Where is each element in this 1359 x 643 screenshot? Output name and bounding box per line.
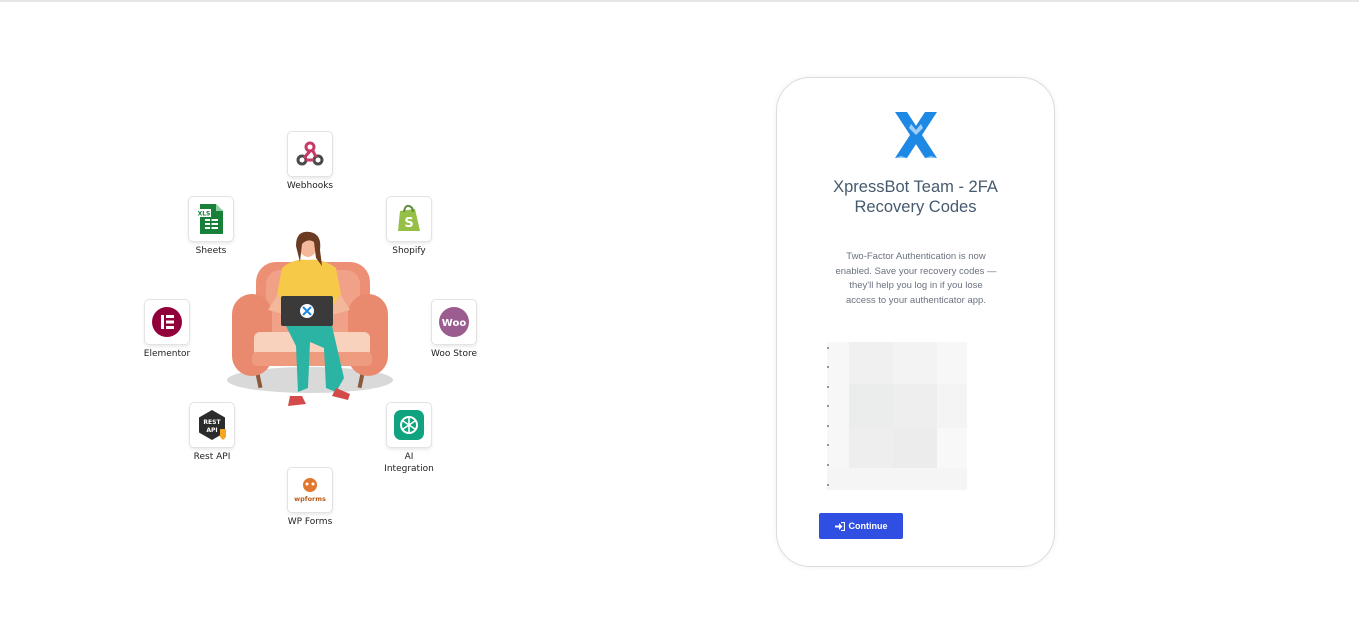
- top-border: [0, 0, 1359, 2]
- integration-elementor: Elementor: [122, 300, 212, 360]
- integration-label: Elementor: [143, 349, 191, 359]
- integration-label: Shopify: [392, 246, 426, 256]
- rest-badge-line-1: REST: [203, 419, 221, 426]
- integration-ai: AI Integration: [364, 403, 454, 475]
- shopify-icon: S: [398, 204, 420, 231]
- integrations-illustration: Webhooks S Shopify Woo Woo Store AI Inte…: [120, 120, 520, 550]
- xpressbot-logo: [895, 112, 937, 158]
- sign-in-icon: [834, 521, 845, 531]
- integration-label: WP Forms: [287, 517, 333, 527]
- integration-wp-forms: wpforms WP Forms: [265, 468, 355, 528]
- continue-button-label: Continue: [848, 521, 888, 531]
- integration-label: Woo Store: [430, 349, 478, 359]
- integration-label: Webhooks: [286, 181, 334, 191]
- wpforms-icon: wpforms: [294, 478, 326, 503]
- integration-label: AI Integration: [384, 452, 434, 474]
- description-text: Two-Factor Authentication is now enabled…: [835, 251, 997, 306]
- recovery-codes-card: XpressBot Team - 2FA Recovery Codes Two-…: [776, 77, 1055, 567]
- integration-sheets: XLS Sheets: [166, 197, 256, 257]
- integration-webhooks: Webhooks: [265, 132, 355, 192]
- sheets-icon: XLS: [197, 204, 223, 234]
- recovery-codes-list: [827, 342, 967, 490]
- rest-badge-line-2: API: [206, 427, 217, 434]
- wpforms-badge-text: wpforms: [294, 495, 326, 503]
- svg-text:S: S: [404, 216, 413, 231]
- openai-icon: [394, 410, 424, 440]
- woocommerce-icon: Woo: [439, 307, 469, 337]
- integration-label: Rest API: [193, 452, 231, 462]
- integration-rest-api: REST API Rest API: [167, 403, 257, 463]
- woo-badge-text: Woo: [442, 318, 467, 329]
- elementor-icon: [152, 307, 182, 337]
- integration-shopify: S Shopify: [364, 197, 454, 257]
- page-title: XpressBot Team - 2FA Recovery Codes: [833, 178, 998, 216]
- integration-woo-store: Woo Woo Store: [409, 300, 499, 360]
- sheets-badge-text: XLS: [198, 211, 211, 218]
- integration-label: Sheets: [195, 246, 227, 256]
- webhook-icon: [296, 141, 324, 166]
- continue-button[interactable]: Continue: [819, 513, 903, 539]
- rest-api-icon: REST API: [199, 410, 226, 440]
